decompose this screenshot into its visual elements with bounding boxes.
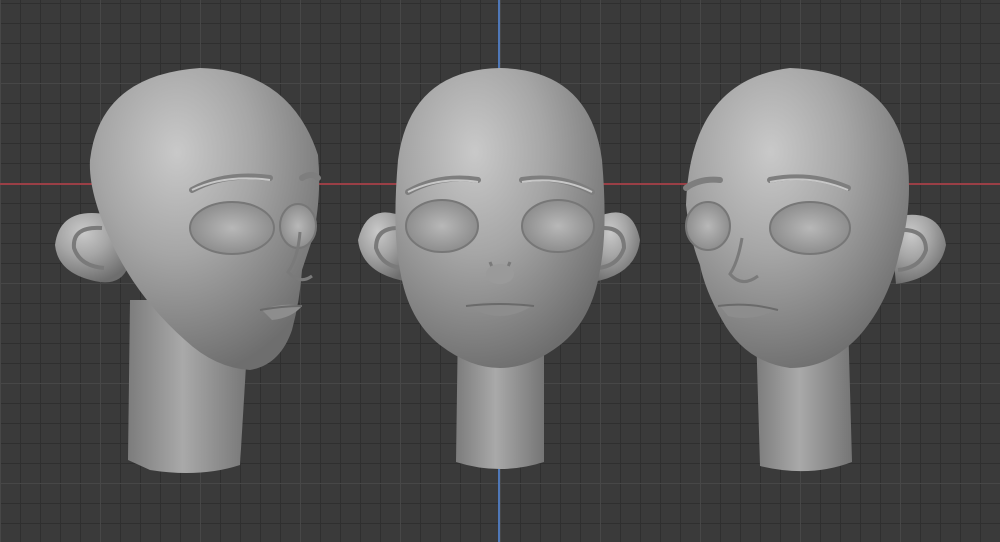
eye-socket-right [769, 201, 851, 255]
eye-socket-left [189, 201, 275, 255]
head-model-three-quarter-left[interactable] [683, 68, 946, 472]
eyebrow-right [299, 172, 321, 181]
eye-socket-right [521, 199, 595, 253]
3d-viewport[interactable] [0, 0, 1000, 542]
head-model-three-quarter-right[interactable] [55, 68, 321, 474]
eye-socket-left [405, 199, 479, 253]
head-model-front[interactable] [358, 68, 640, 469]
scene-canvas[interactable] [0, 0, 1000, 542]
eye-socket-left [685, 201, 731, 251]
